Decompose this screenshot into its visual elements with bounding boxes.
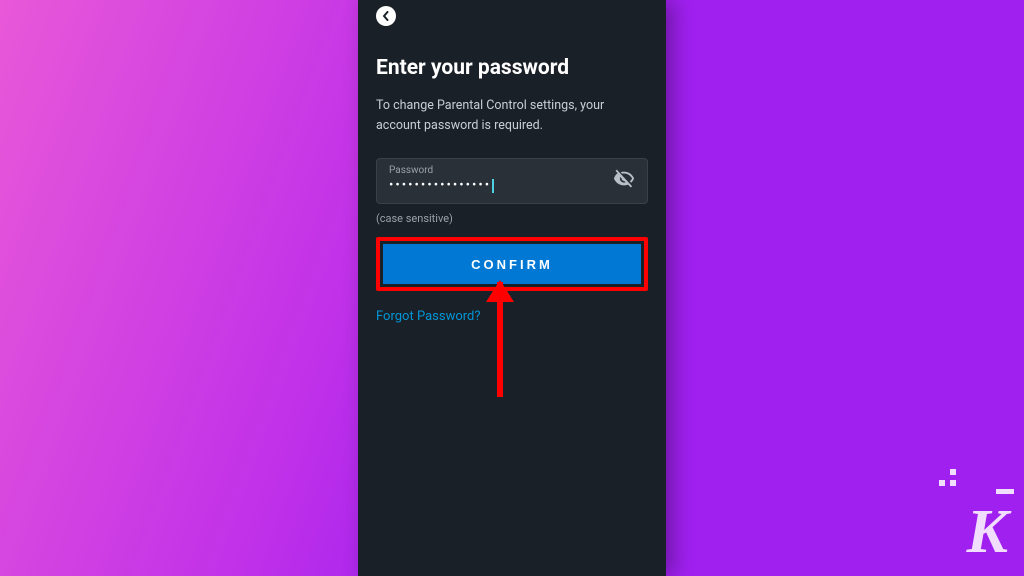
password-hint: (case sensitive) (376, 212, 648, 225)
forgot-password-link[interactable]: Forgot Password? (376, 309, 648, 324)
text-cursor (492, 179, 494, 193)
highlight-annotation: CONFIRM (376, 237, 648, 291)
page-title: Enter your password (376, 56, 648, 80)
password-input[interactable]: Password •••••••••••••••• (376, 158, 648, 204)
confirm-button[interactable]: CONFIRM (383, 244, 641, 284)
page-subtitle: To change Parental Control settings, you… (376, 96, 648, 136)
eye-off-icon (613, 168, 635, 190)
watermark-bar (996, 489, 1014, 494)
back-button[interactable] (376, 6, 396, 26)
app-screen: Enter your password To change Parental C… (358, 0, 666, 576)
password-input-inner: Password •••••••••••••••• (389, 165, 605, 193)
chevron-left-icon (381, 11, 391, 21)
confirm-button-label: CONFIRM (471, 257, 553, 272)
password-value: •••••••••••••••• (389, 178, 605, 193)
watermark-dots (939, 469, 956, 486)
watermark-logo: K (967, 497, 1006, 568)
password-label: Password (389, 165, 605, 176)
password-masked-text: •••••••••••••••• (389, 178, 491, 193)
toggle-visibility-button[interactable] (605, 168, 635, 190)
